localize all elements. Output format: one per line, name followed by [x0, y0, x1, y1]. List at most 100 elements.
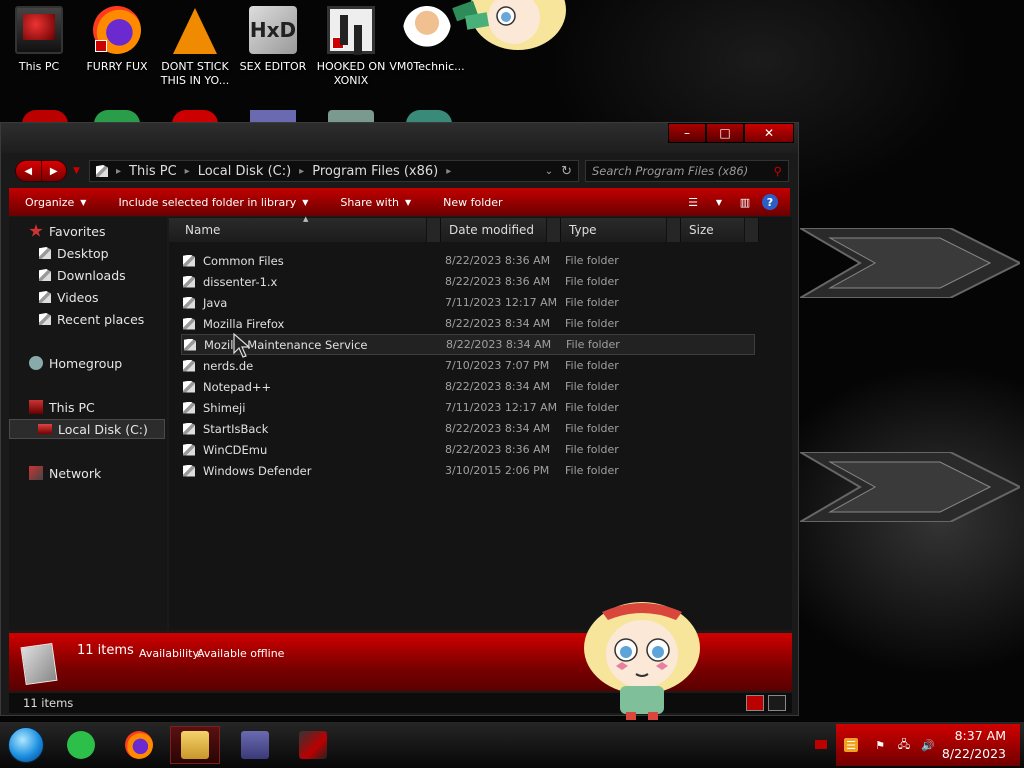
column-header-size[interactable]: Size — [681, 218, 759, 242]
chevron-down-icon[interactable] — [744, 218, 758, 242]
search-icon[interactable]: ⚲ — [774, 164, 782, 178]
file-type: File folder — [565, 401, 619, 414]
large-icons-view-button[interactable] — [768, 695, 786, 711]
nav-network[interactable]: Network — [9, 463, 165, 483]
help-icon[interactable]: ? — [762, 194, 778, 210]
file-row[interactable]: Windows Defender 3/10/2015 2:06 PM File … — [183, 460, 755, 481]
file-row[interactable]: Mozilla Firefox 8/22/2023 8:34 AM File f… — [183, 313, 755, 334]
address-bar[interactable]: ▸ This PC ▸ Local Disk (C:) ▸ Program Fi… — [89, 160, 579, 182]
network-icon — [29, 466, 43, 480]
chevron-down-icon[interactable] — [426, 218, 440, 242]
desktop-icon-label: HOOKED ON XONIX — [316, 60, 386, 87]
close-button[interactable]: ✕ — [744, 123, 794, 143]
organize-button[interactable]: Organize ▼ — [9, 196, 102, 209]
file-row[interactable]: dissenter-1.x 8/22/2023 8:36 AM File fol… — [183, 271, 755, 292]
desktop-icon-this-pc[interactable]: This PC — [2, 6, 76, 74]
nav-downloads[interactable]: Downloads — [9, 265, 165, 285]
clock[interactable]: 8:37 AM 8/22/2023 — [942, 727, 1006, 763]
file-row[interactable]: nerds.de 7/10/2023 7:07 PM File folder — [183, 355, 755, 376]
recent-places-icon — [39, 313, 51, 325]
breadcrumb-this-pc[interactable]: This PC — [129, 164, 177, 179]
address-history-dropdown-icon[interactable]: ⌄ — [545, 166, 553, 177]
sort-up-icon: ▲ — [303, 215, 309, 223]
desktop-icon-vlc[interactable]: DONT STICK THIS IN YO... — [158, 6, 232, 88]
chevron-down-icon[interactable]: ▼ — [710, 194, 728, 210]
nav-videos[interactable]: Videos — [9, 287, 165, 307]
clock-date: 8/22/2023 — [941, 746, 1006, 761]
column-header-type[interactable]: Type — [561, 218, 681, 242]
chevron-right-icon[interactable]: ▸ — [116, 166, 121, 177]
recent-locations-icon[interactable]: ▼ — [73, 166, 83, 176]
desktop-icon-hooked-on-xonix[interactable]: HOOKED ON XONIX — [314, 6, 388, 88]
maximize-button[interactable]: □ — [706, 123, 744, 143]
chevron-down-icon[interactable] — [546, 218, 560, 242]
show-hidden-icons-button[interactable] — [815, 740, 827, 749]
nav-favorites[interactable]: Favorites — [9, 221, 165, 241]
taskbar-app-theme[interactable] — [288, 726, 338, 764]
breadcrumb-local-disk[interactable]: Local Disk (C:) — [198, 164, 291, 179]
file-row[interactable]: Shimeji 7/11/2023 12:17 AM File folder — [183, 397, 755, 418]
desktop-icon-furry-fux[interactable]: FURRY FUX — [80, 6, 154, 74]
forward-button[interactable]: ▶ — [40, 161, 67, 181]
include-in-library-button[interactable]: Include selected folder in library ▼ — [102, 196, 324, 209]
chevron-right-icon[interactable]: ▸ — [446, 166, 451, 177]
computer-icon — [29, 400, 43, 414]
folder-icon — [183, 296, 195, 309]
firefox-icon — [93, 6, 141, 54]
file-row[interactable]: StartIsBack 8/22/2023 8:34 AM File folde… — [183, 418, 755, 439]
taskbar-app-firefox[interactable] — [114, 726, 164, 764]
minimize-button[interactable]: – — [668, 123, 706, 143]
folder-icon — [183, 254, 195, 267]
change-view-icon[interactable]: ☰ — [684, 194, 702, 210]
details-view-button[interactable] — [746, 695, 764, 711]
column-header-name[interactable]: ▲ Name — [169, 215, 441, 242]
back-button[interactable]: ◀ — [16, 161, 41, 181]
taskbar-app-control[interactable] — [230, 726, 280, 764]
share-with-button[interactable]: Share with ▼ — [324, 196, 427, 209]
network-icon[interactable]: 🖧 — [896, 738, 912, 752]
availability-value: Available offline — [197, 647, 285, 660]
start-button[interactable] — [8, 727, 44, 763]
person-icon — [403, 6, 451, 54]
nav-local-disk[interactable]: Local Disk (C:) — [9, 419, 165, 439]
nav-label: Downloads — [57, 267, 126, 283]
nav-label: This PC — [49, 399, 95, 415]
nav-recent-places[interactable]: Recent places — [9, 309, 165, 329]
preview-pane-icon[interactable]: ▥ — [736, 194, 754, 210]
folder-icon — [183, 464, 195, 477]
file-row-hovered[interactable]: Mozilla Maintenance Service 8/22/2023 8:… — [181, 334, 755, 355]
taskbar-app-explorer[interactable] — [170, 726, 220, 764]
file-name: Windows Defender — [203, 463, 312, 478]
column-header-date[interactable]: Date modified — [441, 218, 561, 242]
column-headers: ▲ Name Date modified Type Size — [169, 215, 792, 243]
mouse-cursor-icon — [233, 333, 251, 358]
breadcrumb-program-files[interactable]: Program Files (x86) — [312, 164, 438, 179]
taskbar: ☰ ⚑ 🖧 🔊 8:37 AM 8/22/2023 — [0, 722, 1024, 768]
file-type: File folder — [565, 464, 619, 477]
volume-icon[interactable]: 🔊 — [920, 738, 936, 752]
chevron-right-icon[interactable]: ▸ — [299, 166, 304, 177]
file-row[interactable]: Java 7/11/2023 12:17 AM File folder — [183, 292, 755, 313]
toolbar-right: ☰ ▼ ▥ ? — [684, 194, 790, 210]
chevron-right-icon[interactable]: ▸ — [185, 166, 190, 177]
chevron-down-icon[interactable] — [666, 218, 680, 242]
search-input[interactable] — [592, 164, 774, 178]
wallpaper-chevron — [800, 452, 1020, 522]
action-center-flag-icon[interactable]: ⚑ — [872, 738, 888, 752]
file-row[interactable]: Common Files 8/22/2023 8:36 AM File fold… — [183, 250, 755, 271]
file-name: Java — [203, 295, 228, 310]
taskbar-app-notes[interactable] — [56, 726, 106, 764]
new-folder-button[interactable]: New folder — [427, 196, 518, 209]
tray-app-icon[interactable]: ☰ — [844, 738, 858, 752]
title-bar[interactable]: – □ ✕ — [1, 123, 798, 153]
file-row[interactable]: WinCDEmu 8/22/2023 8:36 AM File folder — [183, 439, 755, 460]
location-icon — [96, 165, 108, 177]
file-row[interactable]: Notepad++ 8/22/2023 8:34 AM File folder — [183, 376, 755, 397]
search-box[interactable]: ⚲ — [585, 160, 789, 182]
desktop-icon-sex-editor[interactable]: HxD SEX EDITOR — [236, 6, 310, 74]
nav-desktop[interactable]: Desktop — [9, 243, 165, 263]
refresh-icon[interactable]: ↻ — [561, 164, 572, 179]
nav-this-pc[interactable]: This PC — [9, 397, 165, 417]
nav-homegroup[interactable]: Homegroup — [9, 353, 165, 373]
file-type: File folder — [565, 359, 619, 372]
